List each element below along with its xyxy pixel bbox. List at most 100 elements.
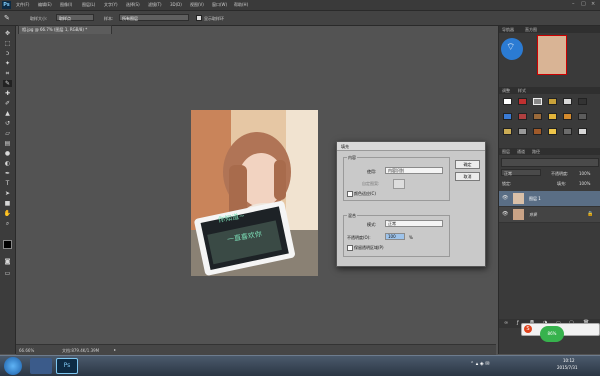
navigator-thumbnail[interactable] (537, 35, 567, 75)
dodge-tool-icon[interactable]: ◐ (3, 160, 12, 167)
history-brush-tool-icon[interactable]: ↺ (3, 120, 12, 127)
preserve-transparency-checkbox[interactable] (347, 245, 353, 251)
link-icon[interactable]: ∞ (504, 320, 508, 326)
quick-select-tool-icon[interactable]: ✦ (3, 60, 12, 67)
menu-edit[interactable]: 编辑(E) (38, 2, 52, 8)
style-swatch[interactable] (518, 128, 527, 135)
sogou-icon[interactable]: S (524, 325, 532, 333)
quick-mask-icon[interactable]: ◙ (3, 258, 12, 265)
path-select-tool-icon[interactable]: ➤ (3, 190, 12, 197)
tab-adjustments[interactable]: 调整 (502, 88, 510, 94)
menu-filter[interactable]: 滤镜(T) (148, 2, 162, 8)
style-swatch[interactable] (533, 98, 542, 105)
clone-stamp-tool-icon[interactable]: ▲ (3, 110, 12, 117)
taskbar-photoshop-icon[interactable]: Ps (56, 358, 78, 374)
fill-value[interactable]: 100% (579, 181, 590, 186)
move-tool-icon[interactable]: ✥ (3, 30, 12, 37)
style-swatch[interactable] (578, 128, 587, 135)
layer-name[interactable]: 图层 1 (529, 196, 541, 202)
style-swatch[interactable] (533, 113, 542, 120)
close-icon[interactable]: × (591, 1, 595, 7)
style-swatch[interactable] (533, 128, 542, 135)
layer-row[interactable]: 👁 图层 1 (499, 191, 600, 207)
style-swatch[interactable] (518, 98, 527, 105)
menu-view[interactable]: 视图(V) (190, 2, 204, 8)
gradient-tool-icon[interactable]: ▤ (3, 140, 12, 147)
blend-mode-select[interactable]: 正常 (501, 169, 541, 176)
style-swatch[interactable] (578, 113, 587, 120)
style-swatch[interactable] (518, 113, 527, 120)
blur-tool-icon[interactable]: ● (3, 150, 12, 157)
opacity-input[interactable]: 100 (385, 233, 405, 240)
zoom-tool-icon[interactable]: ⌕ (3, 220, 12, 227)
zoom-level[interactable]: 66.66% (19, 348, 34, 353)
menu-select[interactable]: 选择(S) (126, 2, 140, 8)
style-swatch[interactable] (503, 128, 512, 135)
maximize-icon[interactable]: □ (581, 1, 586, 7)
tray-icons[interactable]: ⌃ ▴ ◈ ✉ (470, 361, 490, 367)
tab-histogram[interactable]: 直方图 (525, 27, 537, 33)
eye-icon[interactable]: 👁 (502, 195, 508, 201)
ok-button[interactable]: 确定 (455, 160, 480, 169)
marquee-tool-icon[interactable]: ⬚ (3, 40, 12, 47)
layer-name[interactable]: 背景 (529, 212, 537, 218)
pen-tool-icon[interactable]: ✒ (3, 170, 12, 177)
style-swatch[interactable] (548, 128, 557, 135)
dialog-titlebar[interactable]: 填充 (337, 142, 485, 151)
style-swatch[interactable] (548, 113, 557, 120)
clock-time[interactable]: 10:12 (563, 358, 575, 363)
status-arrow-icon[interactable]: ▸ (114, 347, 116, 352)
menu-window[interactable]: 窗口(W) (212, 2, 227, 8)
crop-tool-icon[interactable]: ⌗ (3, 70, 12, 77)
wifi-widget-icon[interactable]: ⌔ (501, 38, 523, 60)
tab-paths[interactable]: 路径 (532, 149, 540, 155)
show-ring-checkbox[interactable] (196, 15, 202, 21)
menu-3d[interactable]: 3D(D) (170, 2, 182, 7)
style-swatch[interactable] (503, 98, 512, 105)
menu-file[interactable]: 文件(F) (16, 2, 29, 8)
style-swatch[interactable] (548, 98, 557, 105)
layer-filter-bar[interactable] (501, 158, 599, 167)
type-tool-icon[interactable]: T (3, 180, 12, 187)
style-swatch[interactable] (503, 113, 512, 120)
eyedropper-icon[interactable]: ✎ (4, 14, 10, 22)
speed-badge[interactable]: 86% (540, 326, 564, 342)
hand-tool-icon[interactable]: ✋ (3, 210, 12, 217)
minimize-icon[interactable]: – (572, 1, 575, 7)
clock-date[interactable]: 2015/7/31 (557, 365, 578, 370)
sample-size-select[interactable]: 取样点 (56, 14, 94, 21)
foreground-color-swatch[interactable] (3, 240, 12, 249)
opacity-value[interactable]: 100% (579, 171, 590, 176)
start-button[interactable] (4, 357, 22, 375)
style-swatch[interactable] (563, 128, 572, 135)
eyedropper-tool-icon[interactable]: ✎ (3, 80, 12, 87)
style-swatch[interactable] (578, 98, 587, 105)
fx-icon[interactable]: ƒ (517, 320, 519, 326)
healing-brush-tool-icon[interactable]: ✚ (3, 90, 12, 97)
sample-select[interactable]: 所有图层 (119, 14, 189, 21)
menu-type[interactable]: 文字(Y) (104, 2, 118, 8)
mode-select[interactable]: 正常 (385, 220, 443, 227)
tab-layers[interactable]: 图层 (502, 149, 510, 155)
menu-help[interactable]: 帮助(H) (234, 2, 248, 8)
lasso-tool-icon[interactable]: ↄ (3, 50, 12, 57)
color-adapt-checkbox[interactable] (347, 191, 353, 197)
tab-channels[interactable]: 通道 (517, 149, 525, 155)
custom-pattern-picker[interactable] (393, 179, 405, 189)
tab-styles[interactable]: 样式 (518, 88, 526, 94)
style-swatch[interactable] (563, 98, 572, 105)
menu-image[interactable]: 图像(I) (60, 2, 72, 8)
menu-layer[interactable]: 图层(L) (82, 2, 95, 8)
taskbar-explorer-icon[interactable] (30, 358, 52, 374)
screen-mode-icon[interactable]: ▭ (3, 270, 12, 277)
use-select[interactable]: 内容识别 (385, 167, 443, 174)
layer-row[interactable]: 👁 背景 🔒 (499, 207, 600, 223)
tab-navigator[interactable]: 导航器 (502, 27, 514, 33)
cancel-button[interactable]: 取消 (455, 172, 480, 181)
shape-tool-icon[interactable]: ■ (3, 200, 12, 207)
brush-tool-icon[interactable]: ✐ (3, 100, 12, 107)
eraser-tool-icon[interactable]: ▱ (3, 130, 12, 137)
document-image[interactable]: 你知道~ 一直喜欢你 (191, 110, 318, 276)
eye-icon[interactable]: 👁 (502, 211, 508, 217)
style-swatch[interactable] (563, 113, 572, 120)
